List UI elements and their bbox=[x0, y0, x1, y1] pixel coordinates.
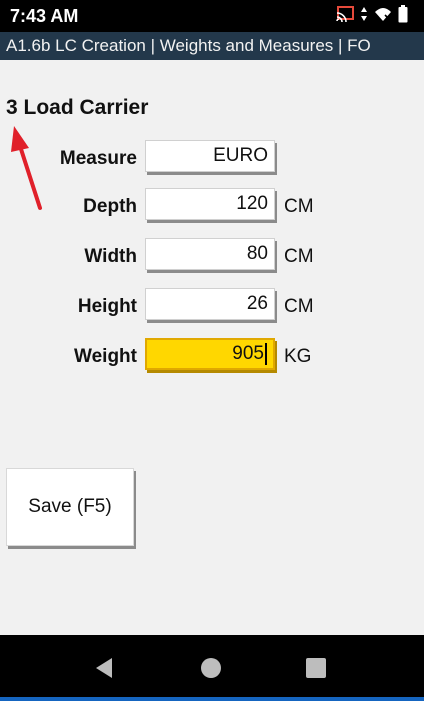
main-content: 3 Load Carrier Measure EURO Depth 120 CM… bbox=[0, 60, 424, 635]
weight-value: 905 bbox=[232, 343, 264, 364]
form-row-measure: Measure EURO bbox=[0, 140, 424, 176]
save-button[interactable]: Save (F5) bbox=[6, 468, 134, 546]
wifi-icon bbox=[374, 6, 392, 27]
battery-icon bbox=[398, 4, 408, 28]
form-row-weight: Weight 905 KG bbox=[0, 338, 424, 374]
weight-unit: KG bbox=[284, 346, 312, 367]
device-screen: 7:43 AM A1.6b LC Creation | Weights and … bbox=[0, 0, 424, 701]
field-label-depth: Depth bbox=[83, 196, 137, 217]
status-bar: 7:43 AM bbox=[0, 0, 424, 32]
width-field[interactable]: 80 bbox=[145, 238, 275, 270]
depth-field[interactable]: 120 bbox=[145, 188, 275, 220]
field-label-width: Width bbox=[84, 246, 137, 267]
field-label-measure: Measure bbox=[59, 148, 137, 169]
navigation-bar bbox=[0, 635, 424, 701]
field-label-height: Height bbox=[77, 296, 137, 317]
cast-icon bbox=[336, 5, 354, 27]
nav-accent-line bbox=[0, 697, 424, 701]
form-row-height: Height 26 CM bbox=[0, 288, 424, 324]
recents-icon[interactable] bbox=[305, 657, 327, 684]
status-icons bbox=[336, 4, 408, 28]
weight-field[interactable]: 905 bbox=[145, 338, 275, 370]
field-label-weight: Weight bbox=[74, 346, 137, 367]
back-icon[interactable] bbox=[94, 657, 114, 684]
form-row-width: Width 80 CM bbox=[0, 238, 424, 274]
data-arrows-icon bbox=[360, 6, 368, 27]
width-unit: CM bbox=[284, 246, 314, 267]
measure-field[interactable]: EURO bbox=[145, 140, 275, 172]
text-cursor bbox=[265, 342, 267, 365]
height-field[interactable]: 26 bbox=[145, 288, 275, 320]
status-time: 7:43 AM bbox=[10, 6, 79, 26]
height-unit: CM bbox=[284, 296, 314, 317]
section-title: 3 Load Carrier bbox=[6, 96, 149, 119]
home-icon[interactable] bbox=[200, 657, 222, 684]
depth-unit: CM bbox=[284, 196, 314, 217]
form-row-depth: Depth 120 CM bbox=[0, 188, 424, 224]
app-title-bar: A1.6b LC Creation | Weights and Measures… bbox=[0, 32, 424, 60]
